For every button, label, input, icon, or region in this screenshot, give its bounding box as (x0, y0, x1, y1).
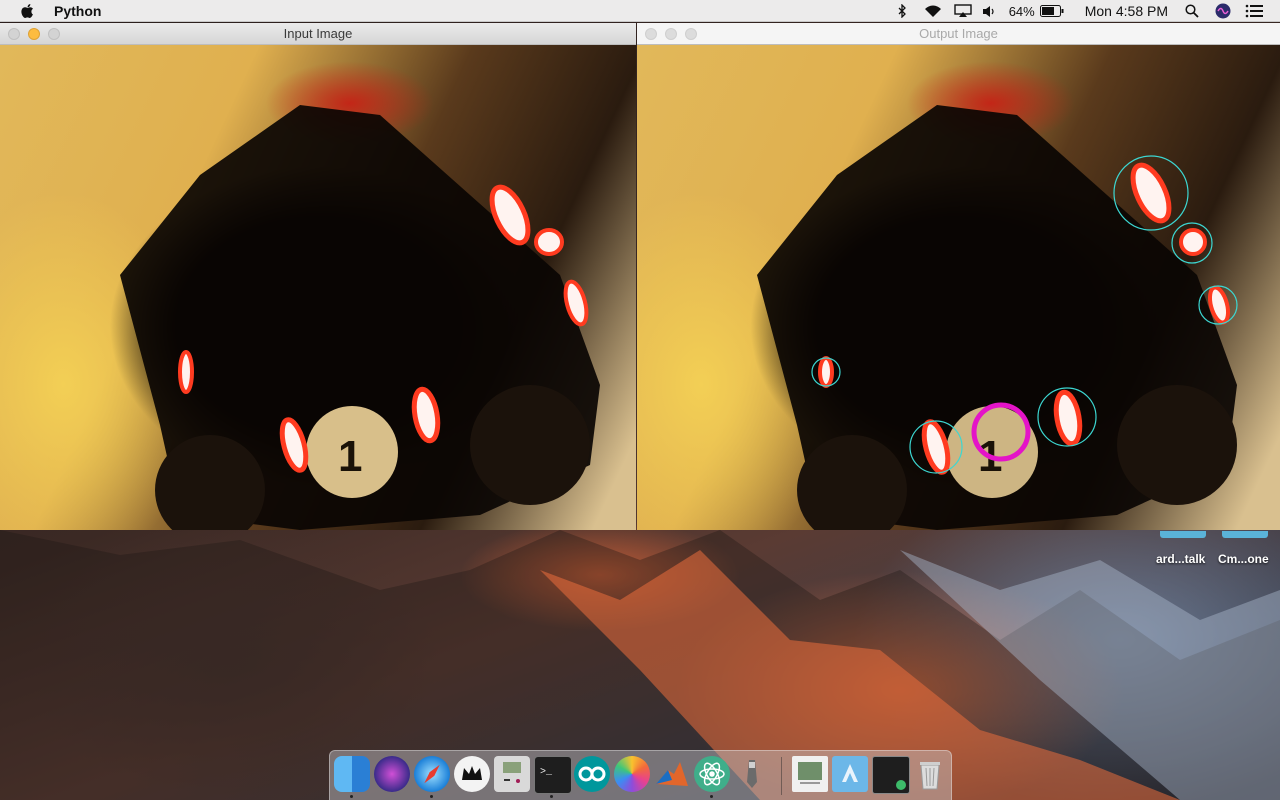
gameboy-icon[interactable] (494, 756, 530, 792)
output-image-window[interactable]: Output Image 1 (637, 23, 1280, 530)
terminal-icon[interactable]: >_ (534, 756, 572, 794)
output-window-titlebar[interactable]: Output Image (637, 23, 1280, 45)
dock: >_ (329, 750, 952, 800)
window-title: Input Image (283, 26, 353, 41)
notification-center-icon[interactable] (1244, 0, 1264, 22)
svg-text:>_: >_ (540, 767, 553, 778)
desktop-file-label[interactable]: ard...talk (1156, 552, 1205, 566)
siri-icon[interactable] (1214, 0, 1232, 22)
volume-icon[interactable] (981, 0, 999, 22)
preview-doc-icon[interactable] (792, 756, 828, 792)
input-window-titlebar[interactable]: Input Image (0, 23, 636, 45)
window-title: Output Image (919, 26, 998, 41)
minimize-button[interactable] (665, 28, 677, 40)
running-indicator (350, 795, 353, 798)
arduino-icon[interactable] (574, 756, 610, 792)
trash-icon[interactable] (912, 756, 948, 792)
running-indicator (430, 795, 433, 798)
zoom-button[interactable] (48, 28, 60, 40)
desktop-file-label[interactable]: Cm...one (1218, 552, 1269, 566)
input-overlay: 1 (120, 105, 600, 530)
applications-folder-icon[interactable] (832, 756, 868, 792)
terminal-window-icon[interactable] (872, 756, 910, 794)
app-menu-name[interactable]: Python (54, 3, 101, 19)
spotlight-search-icon[interactable] (1182, 0, 1202, 22)
output-overlay: 1 (757, 105, 1238, 530)
matlab-icon[interactable] (654, 756, 690, 792)
menu-bar: Python 64% Mon 4:58 PM (0, 0, 1280, 22)
close-button[interactable] (8, 28, 20, 40)
desktop-file-icon[interactable] (1160, 531, 1206, 538)
safari-icon[interactable] (414, 756, 450, 792)
photos-icon[interactable] (614, 756, 650, 792)
close-button[interactable] (645, 28, 657, 40)
bluetooth-icon[interactable] (893, 0, 911, 22)
wifi-icon[interactable] (923, 0, 943, 22)
pen-tool-icon[interactable] (734, 756, 770, 792)
svg-text:1: 1 (338, 432, 362, 481)
output-image-canvas: 1 (637, 45, 1280, 530)
zoom-button[interactable] (685, 28, 697, 40)
input-image-canvas: 1 (0, 45, 636, 530)
battery-icon[interactable] (1039, 0, 1065, 22)
siri-icon[interactable] (374, 756, 410, 792)
atom-icon[interactable] (694, 756, 730, 792)
dock-separator (781, 757, 782, 795)
crown-app-icon[interactable] (454, 756, 490, 792)
finder-icon[interactable] (334, 756, 370, 792)
input-image-window[interactable]: Input Image 1 (0, 23, 636, 530)
apple-menu-icon[interactable] (20, 3, 34, 19)
status-area: 64% Mon 4:58 PM (893, 0, 1280, 22)
minimize-button[interactable] (28, 28, 40, 40)
menu-clock[interactable]: Mon 4:58 PM (1085, 3, 1168, 19)
airplay-icon[interactable] (953, 0, 973, 22)
running-indicator (550, 795, 553, 798)
desktop-file-icon[interactable] (1222, 531, 1268, 538)
battery-percent: 64% (1008, 3, 1035, 19)
running-indicator (710, 795, 713, 798)
